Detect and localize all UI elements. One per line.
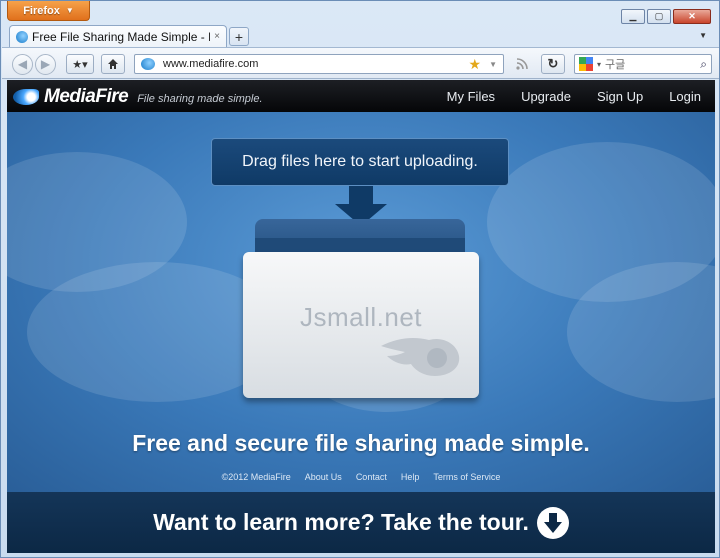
- brand-tagline: File sharing made simple.: [137, 93, 263, 105]
- magnifier-icon[interactable]: ⌕: [700, 57, 707, 72]
- upload-drop-prompt: Drag files here to start uploading.: [211, 138, 509, 186]
- site-nav: My Files Upgrade Sign Up Login: [447, 80, 701, 112]
- arrow-down-circle-icon[interactable]: [536, 506, 569, 539]
- rss-button[interactable]: [510, 54, 534, 74]
- url-history-chevron-icon[interactable]: ▼: [489, 60, 497, 69]
- bookmarks-button[interactable]: ★▾: [66, 54, 94, 74]
- mediafire-flame-icon: [381, 338, 460, 376]
- search-bar[interactable]: ▾ 구글 ⌕: [574, 54, 712, 74]
- arrow-left-icon[interactable]: ◀: [12, 53, 33, 75]
- tab-close-icon[interactable]: ×: [214, 31, 220, 42]
- mediafire-favicon-icon: [16, 30, 28, 43]
- footer-link-about[interactable]: About Us: [305, 472, 342, 482]
- footer-link-contact[interactable]: Contact: [356, 472, 387, 482]
- rss-icon: [516, 58, 528, 70]
- reload-button[interactable]: ↻: [541, 54, 565, 74]
- search-engine-label[interactable]: 구글: [605, 56, 696, 72]
- hero-headline: Free and secure file sharing made simple…: [132, 430, 590, 456]
- footer-link-help[interactable]: Help: [401, 472, 420, 482]
- window-controls: ▁ ▢ ✕: [621, 9, 711, 24]
- copyright-text: ©2012 MediaFire: [221, 472, 291, 482]
- firefox-menu-label: Firefox: [23, 4, 60, 17]
- new-tab-button[interactable]: +: [229, 27, 249, 46]
- tab-list-chevron-icon[interactable]: ▼: [699, 31, 707, 40]
- tour-banner[interactable]: Want to learn more? Take the tour.: [7, 492, 715, 553]
- home-button[interactable]: [101, 54, 125, 74]
- tab-mediafire[interactable]: Free File Sharing Made Simple - MediaFir…: [9, 25, 227, 47]
- url-bar[interactable]: www.mediafire.com ★ ▼: [134, 54, 504, 74]
- chevron-down-icon: ▼: [65, 6, 74, 15]
- maximize-button[interactable]: ▢: [647, 9, 671, 24]
- browser-window: Firefox ▼ ▁ ▢ ✕ Free File Sharing Made S…: [0, 0, 720, 558]
- site-header: MediaFire File sharing made simple. My F…: [7, 80, 715, 112]
- minimize-button[interactable]: ▁: [621, 9, 645, 24]
- home-icon: [108, 59, 118, 69]
- nav-sign-up[interactable]: Sign Up: [597, 89, 643, 104]
- url-text[interactable]: www.mediafire.com: [163, 58, 461, 70]
- close-window-button[interactable]: ✕: [673, 9, 711, 24]
- search-engine-chevron-icon[interactable]: ▾: [597, 60, 601, 69]
- footer-links: ©2012 MediaFire About Us Contact Help Te…: [7, 472, 715, 482]
- star-icon[interactable]: ★: [469, 56, 482, 73]
- firefox-menu-button[interactable]: Firefox ▼: [7, 1, 90, 21]
- back-forward-group: ◀ ▶: [12, 53, 58, 75]
- arrow-right-icon[interactable]: ▶: [35, 53, 56, 75]
- watermark-text: Jsmall.net: [299, 302, 423, 332]
- mediafire-flame-icon: [13, 89, 39, 105]
- reload-icon: ↻: [547, 56, 559, 71]
- site-identity-icon[interactable]: [141, 58, 155, 70]
- upload-hero[interactable]: Drag files here to start uploading. Jsma…: [7, 112, 715, 492]
- bookmark-star-icon: ★▾: [72, 58, 88, 71]
- tab-title: Free File Sharing Made Simple - MediaFir…: [32, 29, 210, 44]
- mediafire-logo[interactable]: MediaFire File sharing made simple.: [13, 86, 263, 108]
- navigation-toolbar: ◀ ▶ ★▾ www.mediafire.com ★ ▼ ↻ ▾ 구글 ⌕: [2, 47, 719, 79]
- nav-login[interactable]: Login: [669, 89, 701, 104]
- brand-name: MediaFire: [44, 86, 129, 107]
- tour-label[interactable]: Want to learn more? Take the tour.: [153, 509, 529, 536]
- google-icon[interactable]: [579, 57, 593, 71]
- nav-my-files[interactable]: My Files: [447, 89, 495, 104]
- upload-folder[interactable]: Jsmall.net: [243, 252, 479, 398]
- footer-link-terms[interactable]: Terms of Service: [433, 472, 500, 482]
- nav-upgrade[interactable]: Upgrade: [521, 89, 571, 104]
